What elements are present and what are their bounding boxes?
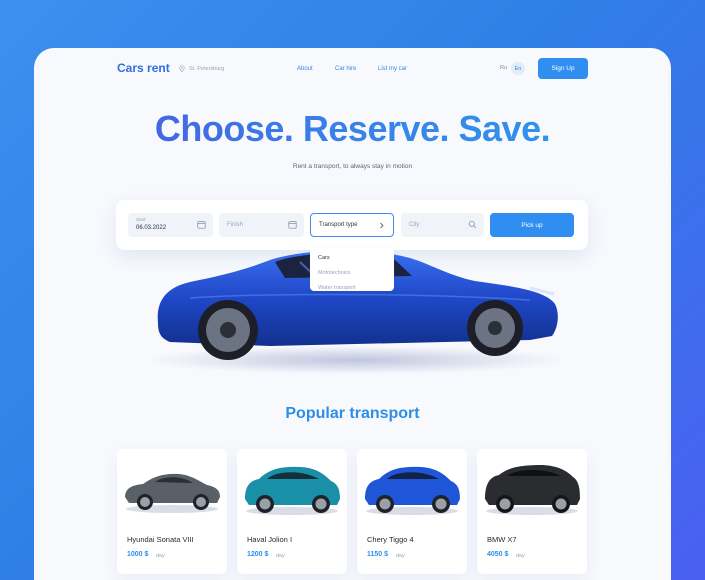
price-period: day [396,553,405,559]
nav-car-hire[interactable]: Car hire [335,66,356,72]
city-selector[interactable]: St. Petersburg [179,65,224,72]
car-price: 1000 $ [127,551,149,558]
start-date-field[interactable]: Start 06.03.2022 [128,213,213,237]
city-placeholder: City [409,222,420,228]
start-date-label: Start [136,217,146,222]
car-price: 1200 $ [247,551,269,558]
search-panel: Start 06.03.2022 Finish Transport type C… [116,200,588,250]
nav-list-my-car[interactable]: List my car [378,66,407,72]
transport-type-dropdown: Cars Mototechnics Water transport [310,248,394,291]
calendar-icon [288,221,297,229]
sign-up-button[interactable]: Sign Up [538,58,588,79]
car-name: Hyundai Sonata VIII [127,535,194,544]
transport-type-select[interactable]: Transport type [310,213,394,237]
pick-up-button[interactable]: Pick up [490,213,574,237]
search-icon [468,220,477,229]
price-period: day [516,553,525,559]
hero-title: Choose. Reserve. Save. [34,108,671,150]
start-date-value: 06.03.2022 [136,225,167,231]
price-period: day [276,553,285,559]
city-field[interactable]: City [401,213,484,237]
calendar-icon [197,221,206,229]
lang-ru[interactable]: Ru [500,65,507,71]
car-image [125,473,220,513]
location-pin-icon [179,65,185,72]
car-image [485,465,580,515]
popular-section-title: Popular transport [285,405,420,422]
finish-date-placeholder: Finish [227,222,244,228]
transport-card[interactable]: BMW X7 4050 $ day [477,449,587,574]
car-name: BMW X7 [487,535,517,544]
dropdown-option-cars[interactable]: Cars [318,255,330,261]
chevron-right-icon [380,222,384,229]
dropdown-option-mototechnics[interactable]: Mototechnics [318,270,350,276]
car-name: Chery Tiggo 4 [367,535,414,544]
logo[interactable]: Cars rent [117,61,170,75]
nav-about[interactable]: About [297,66,313,72]
browser-frame: Cars rent St. Petersburg About Car hire … [34,48,671,580]
car-price: 4050 $ [487,551,509,558]
car-name: Haval Jolion I [247,535,293,544]
price-period: day [156,553,165,559]
hero-tagline: Rent a transport, to always stay in moti… [292,163,413,170]
finish-date-field[interactable]: Finish [219,213,304,237]
car-price: 1150 $ [367,551,389,558]
dropdown-option-water-transport[interactable]: Water transport [318,285,356,291]
lang-en[interactable]: En [511,62,525,75]
car-image [365,466,460,515]
city-label: St. Petersburg [189,65,225,72]
transport-type-placeholder: Transport type [319,222,358,228]
car-image [245,466,340,515]
transport-card[interactable]: Hyundai Sonata VIII 1000 $ day [117,449,227,574]
transport-card[interactable]: Chery Tiggo 4 1150 $ day [357,449,467,574]
transport-card[interactable]: Haval Jolion I 1200 $ day [237,449,347,574]
